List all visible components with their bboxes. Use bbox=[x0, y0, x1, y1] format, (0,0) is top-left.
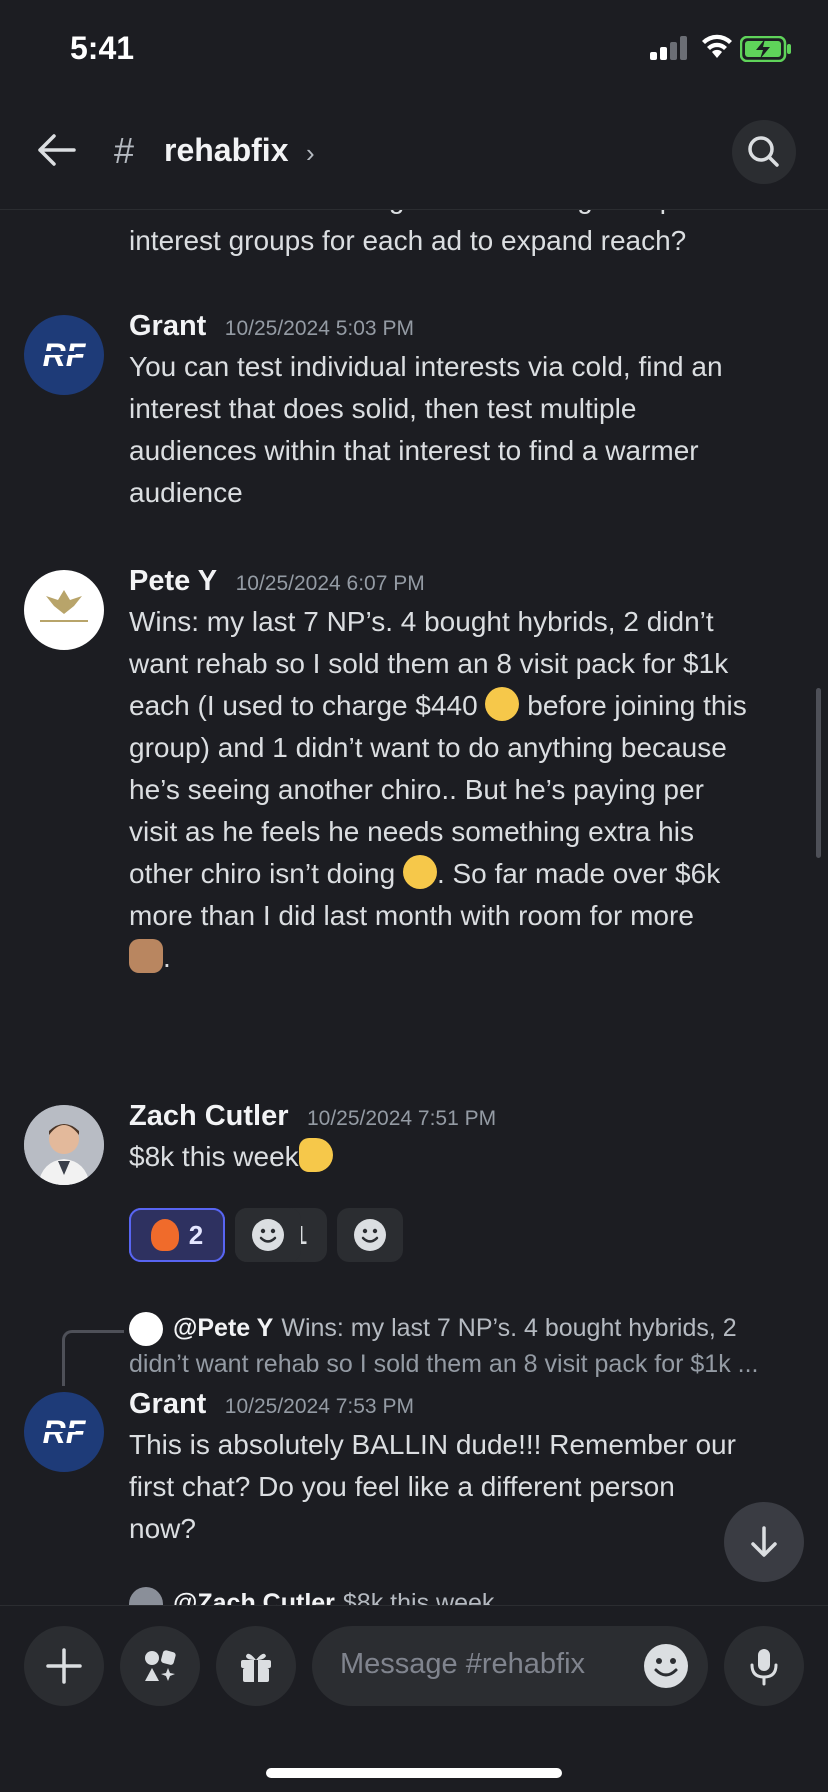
status-time: 5:41 bbox=[70, 30, 135, 66]
reply-preview-text: Wins: my last 7 NP’s. 4 bought hybrids, … bbox=[281, 1314, 737, 1342]
message-text-segment: other chiro isn’t doing bbox=[129, 858, 403, 889]
message-text-line: interest groups for each ad to expand re… bbox=[129, 225, 687, 256]
message-text-line: visit as he feels he needs something ext… bbox=[129, 816, 694, 847]
message-input-placeholder: Message #rehabfix bbox=[340, 1648, 586, 1680]
jump-to-present-button[interactable] bbox=[724, 1502, 804, 1582]
author-name[interactable]: Grant bbox=[129, 310, 206, 342]
author-name[interactable]: Pete Y bbox=[129, 565, 217, 597]
reply-preview-text: didn’t want rehab so I sold them an 8 vi… bbox=[129, 1350, 759, 1379]
status-bar: 5:41 bbox=[0, 0, 828, 100]
message-text-line: audience bbox=[129, 477, 243, 508]
add-reaction-button[interactable] bbox=[337, 1208, 403, 1262]
channel-header: # rehabfix › bbox=[0, 100, 828, 210]
battery-charging-icon bbox=[740, 36, 791, 62]
voice-message-button[interactable] bbox=[724, 1626, 804, 1706]
message-text-segment: . bbox=[163, 942, 171, 973]
message-text-line: interest that does solid, then test mult… bbox=[129, 393, 637, 424]
reply-avatar bbox=[129, 1587, 163, 1605]
message-composer: Message #rehabfix bbox=[0, 1605, 828, 1792]
cellular-signal-icon bbox=[650, 36, 692, 60]
message-text-line: Wins: my last 7 NP’s. 4 bought hybrids, … bbox=[129, 606, 714, 637]
channel-hash-icon: # bbox=[114, 130, 135, 171]
scrollbar-thumb[interactable] bbox=[816, 688, 821, 858]
rf-logo-icon: RF bbox=[24, 337, 87, 373]
reply-connector bbox=[62, 1330, 124, 1386]
attach-button[interactable] bbox=[24, 1626, 104, 1706]
message-timestamp: 10/25/2024 7:51 PM bbox=[306, 1107, 497, 1130]
fire-emoji-icon bbox=[150, 1219, 179, 1251]
reply-preview-text: $8k this week bbox=[342, 1589, 495, 1605]
message-text-line: more than I did last month with room for… bbox=[129, 900, 694, 931]
avatar[interactable]: RF bbox=[24, 315, 104, 395]
screaming-face-emoji-icon bbox=[485, 687, 520, 721]
plus-icon bbox=[46, 1648, 82, 1684]
reaction-count: 2 bbox=[188, 1219, 204, 1250]
eye-roll-emoji-icon bbox=[402, 855, 437, 889]
message-text-line: first chat? Do you feel like a different… bbox=[129, 1471, 675, 1502]
smiley-icon bbox=[252, 1219, 284, 1251]
message-text-line: to test what is working better or doing … bbox=[129, 210, 809, 220]
reaction-fire[interactable]: 2 bbox=[129, 1208, 225, 1262]
wifi-icon bbox=[702, 34, 732, 58]
message-text-line: This is absolutely BALLIN dude!!! Rememb… bbox=[129, 1429, 736, 1460]
message-input[interactable]: Message #rehabfix bbox=[312, 1626, 708, 1706]
search-icon bbox=[748, 136, 779, 167]
reactions-bar: 2 bbox=[129, 1208, 309, 1262]
back-arrow-icon[interactable] bbox=[34, 128, 78, 172]
author-name[interactable]: Zach Cutler bbox=[129, 1100, 289, 1132]
avatar[interactable]: RF bbox=[24, 1392, 104, 1472]
message-text-line: . bbox=[129, 937, 809, 979]
add-reaction-button[interactable] bbox=[235, 1208, 301, 1262]
message-timestamp: 10/25/2024 5:03 PM bbox=[224, 317, 414, 340]
reply-author: @Pete Y bbox=[173, 1314, 274, 1342]
reply-author: @Zach Cutler bbox=[173, 1589, 335, 1605]
message-text-line: want rehab so I sold them an 8 visit pac… bbox=[129, 648, 729, 679]
rf-logo-icon: RF bbox=[24, 1414, 87, 1450]
channel-title[interactable]: rehabfix bbox=[164, 132, 288, 169]
message-text-segment: . So far made over $6k bbox=[436, 858, 721, 889]
reply-reference[interactable]: @Zach Cutler $8k this week bbox=[129, 1585, 809, 1605]
apps-button[interactable] bbox=[120, 1626, 200, 1706]
apps-icon bbox=[145, 1650, 176, 1681]
gift-icon bbox=[241, 1653, 271, 1682]
home-indicator[interactable] bbox=[266, 1768, 562, 1778]
avatar[interactable] bbox=[24, 1105, 104, 1185]
author-name[interactable]: Grant bbox=[129, 1388, 206, 1420]
message-text-line: now? bbox=[129, 1513, 196, 1544]
message-text-segment: each (I used to charge $440 bbox=[129, 690, 486, 721]
chevron-right-icon[interactable]: › bbox=[306, 138, 315, 169]
arrow-down-icon bbox=[751, 1526, 777, 1557]
smiley-icon bbox=[354, 1219, 386, 1251]
reply-avatar bbox=[129, 1312, 163, 1347]
message-text-line: he’s seeing another chiro.. But he’s pay… bbox=[129, 774, 704, 805]
message-text-line: each (I used to charge $440 before joini… bbox=[129, 685, 809, 727]
message-list[interactable]: to test what is working better or doing … bbox=[0, 210, 828, 1605]
microphone-icon bbox=[750, 1649, 778, 1686]
message-text-line: You can test individual interests via co… bbox=[129, 351, 723, 382]
profile-photo-icon bbox=[24, 1105, 104, 1185]
flexed-biceps-emoji-icon bbox=[298, 1138, 333, 1172]
message-timestamp: 10/25/2024 7:53 PM bbox=[224, 1395, 414, 1418]
message-text-segment: before joining this bbox=[519, 690, 747, 721]
gift-button[interactable] bbox=[216, 1626, 296, 1706]
fist-bump-emoji-icon bbox=[129, 939, 163, 973]
reply-reference[interactable]: @Pete Y Wins: my last 7 NP’s. 4 bought hy… bbox=[129, 1310, 809, 1390]
emoji-picker-icon[interactable] bbox=[642, 1642, 690, 1690]
avatar[interactable] bbox=[24, 570, 104, 650]
message-text-line: $8k this week bbox=[129, 1136, 809, 1178]
message-text-line: audiences within that interest to find a… bbox=[129, 435, 699, 466]
message-text-line: other chiro isn’t doing . So far made ov… bbox=[129, 853, 809, 895]
message-text-segment: $8k this week bbox=[129, 1141, 299, 1172]
phoenix-logo-icon bbox=[40, 590, 88, 622]
message-timestamp: 10/25/2024 6:07 PM bbox=[235, 572, 425, 595]
search-button[interactable] bbox=[732, 120, 796, 184]
message-text-line: group) and 1 didn’t want to do anything … bbox=[129, 732, 727, 763]
